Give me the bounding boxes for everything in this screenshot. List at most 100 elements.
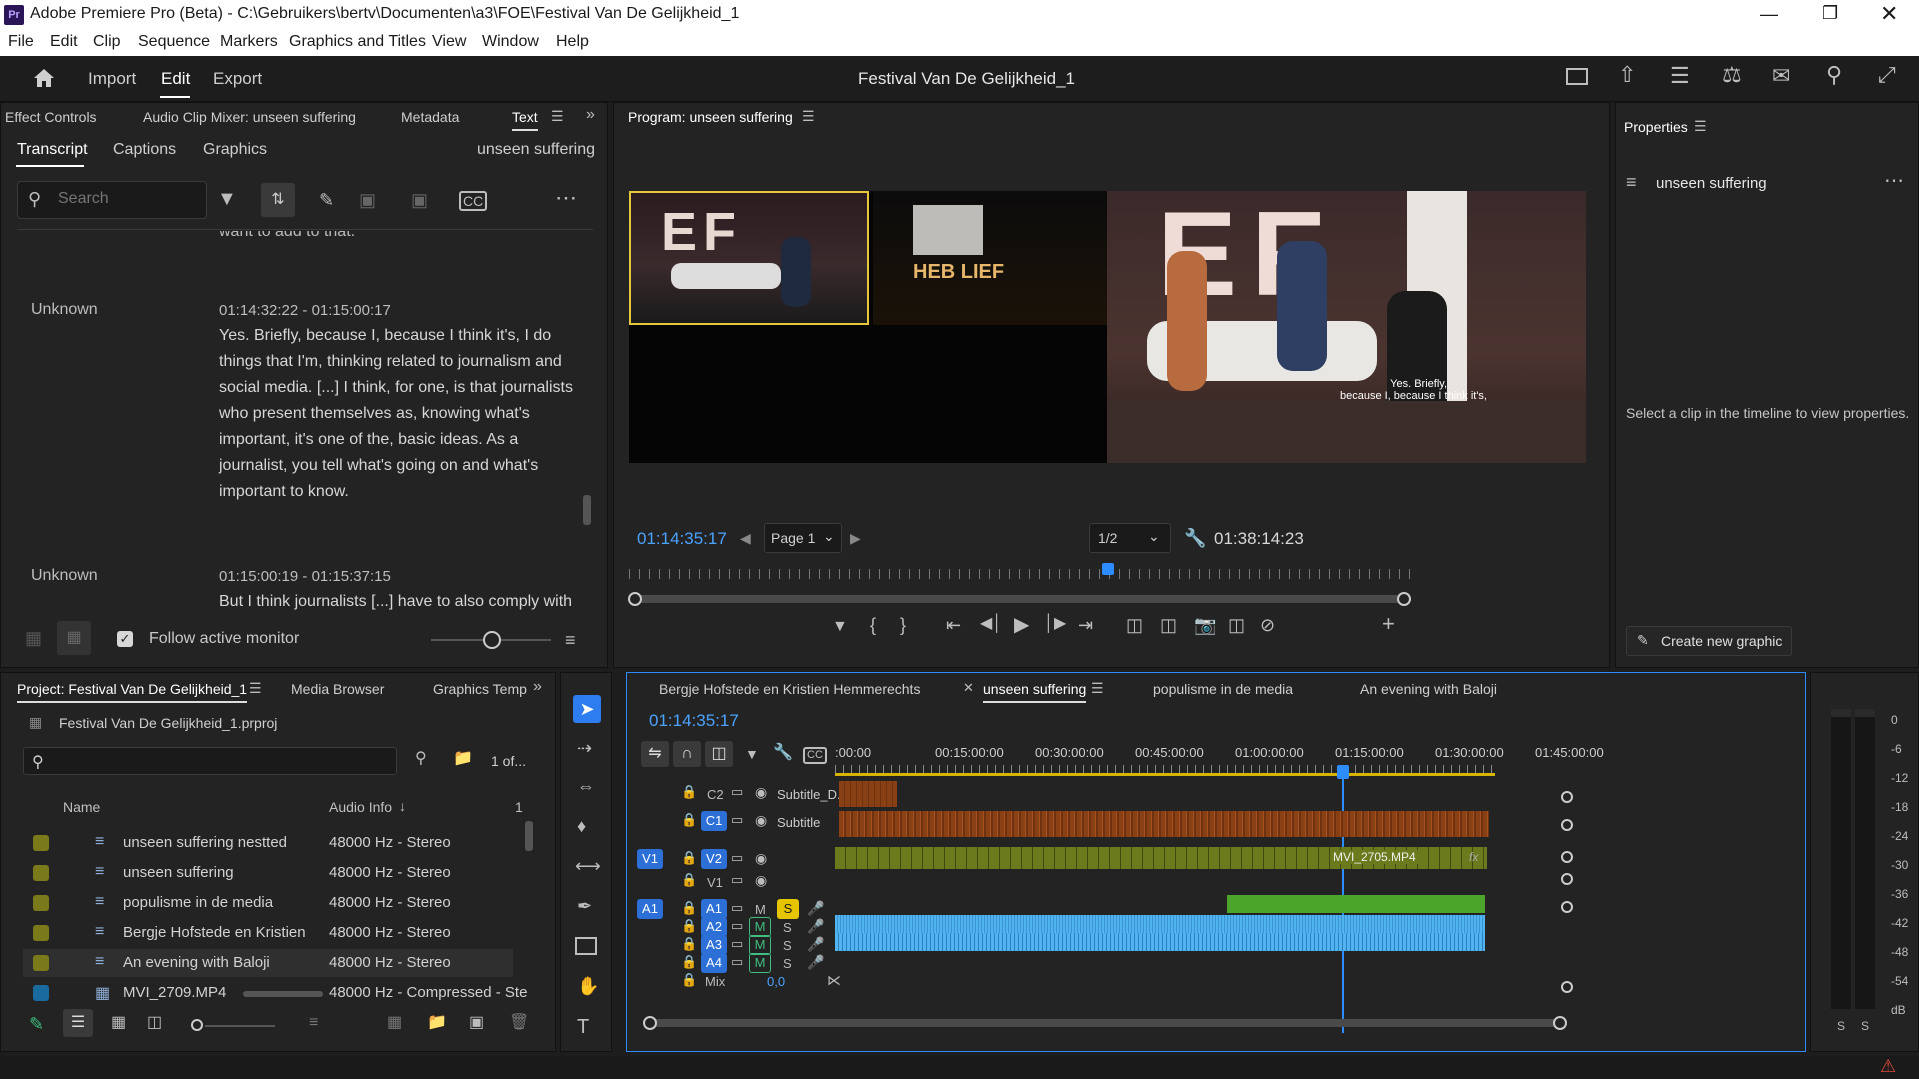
- mini-ruler[interactable]: [629, 569, 1411, 579]
- captions-icon[interactable]: CC: [803, 747, 827, 764]
- subtab-transcript[interactable]: Transcript: [17, 141, 88, 159]
- label-color-swatch[interactable]: [33, 895, 49, 911]
- lock-icon[interactable]: 🔒: [681, 813, 697, 826]
- track-c1-target[interactable]: C1: [701, 811, 727, 831]
- list-item[interactable]: ≡ unseen suffering nestted 48000 Hz - Ster…: [23, 829, 513, 857]
- audio-clip-a3[interactable]: [835, 933, 1485, 951]
- menu-markers[interactable]: Markers: [220, 33, 278, 51]
- folder-icon[interactable]: 📁: [427, 1015, 447, 1031]
- track-scroll-handle[interactable]: [1561, 819, 1573, 831]
- play-icon[interactable]: ▶: [1014, 615, 1029, 635]
- panel-menu-icon[interactable]: ☰: [551, 109, 564, 123]
- tab-effect-controls[interactable]: Effect Controls: [5, 109, 97, 125]
- track-a4-target[interactable]: A4: [701, 953, 727, 973]
- transcript-line[interactable]: important, it's one of the, basic ideas.…: [219, 431, 518, 449]
- timeline-tab-unseen-suffering[interactable]: unseen suffering: [983, 681, 1087, 703]
- track-v2-target[interactable]: V2: [701, 849, 727, 869]
- subtab-graphics[interactable]: Graphics: [203, 141, 267, 159]
- go-to-out-icon[interactable]: ⇥: [1078, 616, 1093, 634]
- pencil-icon[interactable]: ✎: [29, 1015, 44, 1033]
- horizontal-scrollbar[interactable]: [243, 991, 323, 997]
- eye-icon[interactable]: ◉: [755, 873, 767, 887]
- close-icon[interactable]: ✕: [1880, 1, 1898, 27]
- eye-icon[interactable]: ◉: [755, 813, 767, 827]
- mark-out-icon[interactable]: }: [900, 616, 906, 634]
- subtab-captions[interactable]: Captions: [113, 141, 176, 159]
- thumb-size-handle[interactable]: [191, 1019, 203, 1031]
- automate-icon[interactable]: ▦: [387, 1015, 402, 1031]
- minimize-icon[interactable]: —: [1760, 4, 1778, 25]
- feedback-icon[interactable]: ✉: [1772, 65, 1790, 87]
- track-a3-target[interactable]: A3: [701, 935, 727, 955]
- mute-a2[interactable]: M: [749, 917, 771, 937]
- program-menu-icon[interactable]: ☰: [802, 109, 815, 123]
- selection-tool-icon[interactable]: ➤: [573, 695, 601, 723]
- timeline-tab-baloji[interactable]: An evening with Baloji: [1360, 681, 1497, 697]
- home-icon[interactable]: [32, 67, 56, 89]
- transcript-search[interactable]: ⚲: [17, 181, 207, 219]
- more-tabs-icon[interactable]: »: [586, 107, 595, 123]
- warning-icon[interactable]: ⚠: [1880, 1056, 1896, 1077]
- project-search[interactable]: ⚲: [23, 747, 397, 775]
- track-a2-target[interactable]: A2: [701, 917, 727, 937]
- search-input[interactable]: [58, 190, 198, 208]
- mute-a4[interactable]: M: [749, 953, 771, 973]
- timeline-zoom-right[interactable]: [1553, 1016, 1567, 1030]
- wrench-icon[interactable]: 🔧: [1184, 529, 1206, 547]
- video-clip-v2[interactable]: MVI_2705.MP4 fx: [835, 847, 1487, 869]
- tab-metadata[interactable]: Metadata: [401, 109, 459, 125]
- add-marker-icon[interactable]: ▼: [832, 619, 848, 635]
- label-color-swatch[interactable]: [33, 835, 49, 851]
- search-help-icon[interactable]: ⚲: [1826, 64, 1842, 86]
- find-icon[interactable]: ⚲: [415, 751, 427, 767]
- lock-icon[interactable]: 🔒: [681, 873, 697, 886]
- sync-lock-icon[interactable]: ▭: [731, 955, 743, 968]
- export-frame-icon[interactable]: 📷: [1194, 616, 1216, 634]
- program-playhead[interactable]: [1102, 563, 1114, 575]
- eye-icon[interactable]: ◉: [755, 785, 767, 799]
- project-menu-icon[interactable]: ☰: [249, 681, 262, 695]
- track-scroll-handle[interactable]: [1561, 791, 1573, 803]
- label-color-swatch[interactable]: [33, 865, 49, 881]
- column-audio-info[interactable]: Audio Info: [329, 799, 392, 815]
- pen-icon[interactable]: ✒: [577, 897, 592, 915]
- zoom-slider-handle[interactable]: [483, 631, 501, 649]
- share-icon[interactable]: ⇧: [1618, 64, 1636, 86]
- tab-edit[interactable]: Edit: [161, 69, 190, 89]
- sync-lock-icon[interactable]: ▭: [731, 919, 743, 932]
- pencil-icon[interactable]: ✎: [319, 191, 334, 209]
- column-name[interactable]: Name: [63, 799, 100, 815]
- type-tool-icon[interactable]: T: [577, 1017, 589, 1037]
- solo-a2[interactable]: S: [783, 920, 792, 935]
- track-select-icon[interactable]: ⇢: [577, 739, 592, 757]
- mic-icon[interactable]: 🎤: [807, 937, 824, 951]
- sync-lock-icon[interactable]: ▭: [731, 873, 743, 886]
- transcript-scrollbar[interactable]: [583, 495, 591, 525]
- create-graphic-button[interactable]: ✎ Create new graphic: [1626, 626, 1792, 656]
- solo-a3[interactable]: S: [783, 938, 792, 953]
- menu-view[interactable]: View: [432, 33, 466, 51]
- tab-export[interactable]: Export: [213, 69, 262, 89]
- razor-icon[interactable]: ♦: [577, 817, 586, 835]
- split-segment-button[interactable]: ⇅: [261, 183, 295, 217]
- hand-icon[interactable]: ✋: [577, 977, 599, 995]
- settings-sliders-icon[interactable]: ≡: [565, 631, 576, 649]
- mic-icon[interactable]: 🎤: [807, 919, 824, 933]
- speaker-name[interactable]: Unknown: [31, 567, 98, 585]
- track-scroll-handle[interactable]: [1561, 851, 1573, 863]
- beta-flask-icon[interactable]: ⚖: [1722, 64, 1742, 86]
- fullscreen-icon[interactable]: ⤢: [1878, 64, 1896, 86]
- eye-icon[interactable]: ◉: [755, 851, 767, 865]
- solo-right[interactable]: S: [1861, 1019, 1869, 1033]
- solo-a1[interactable]: S: [777, 899, 799, 919]
- transcript-line[interactable]: things that I'm, thinking related to jou…: [219, 353, 562, 371]
- source-a1-button[interactable]: A1: [637, 899, 663, 919]
- label-color-swatch[interactable]: [33, 925, 49, 941]
- transcript-line[interactable]: But I think journalists [...] have to al…: [219, 593, 572, 611]
- tab-text[interactable]: Text: [512, 109, 538, 131]
- timeline-zoom-left[interactable]: [643, 1016, 657, 1030]
- ripple-edit-icon[interactable]: ⇔: [577, 777, 595, 795]
- more-options-icon[interactable]: ⋯: [1884, 171, 1904, 191]
- menu-help[interactable]: Help: [556, 33, 589, 51]
- rectangle-icon[interactable]: [575, 937, 597, 955]
